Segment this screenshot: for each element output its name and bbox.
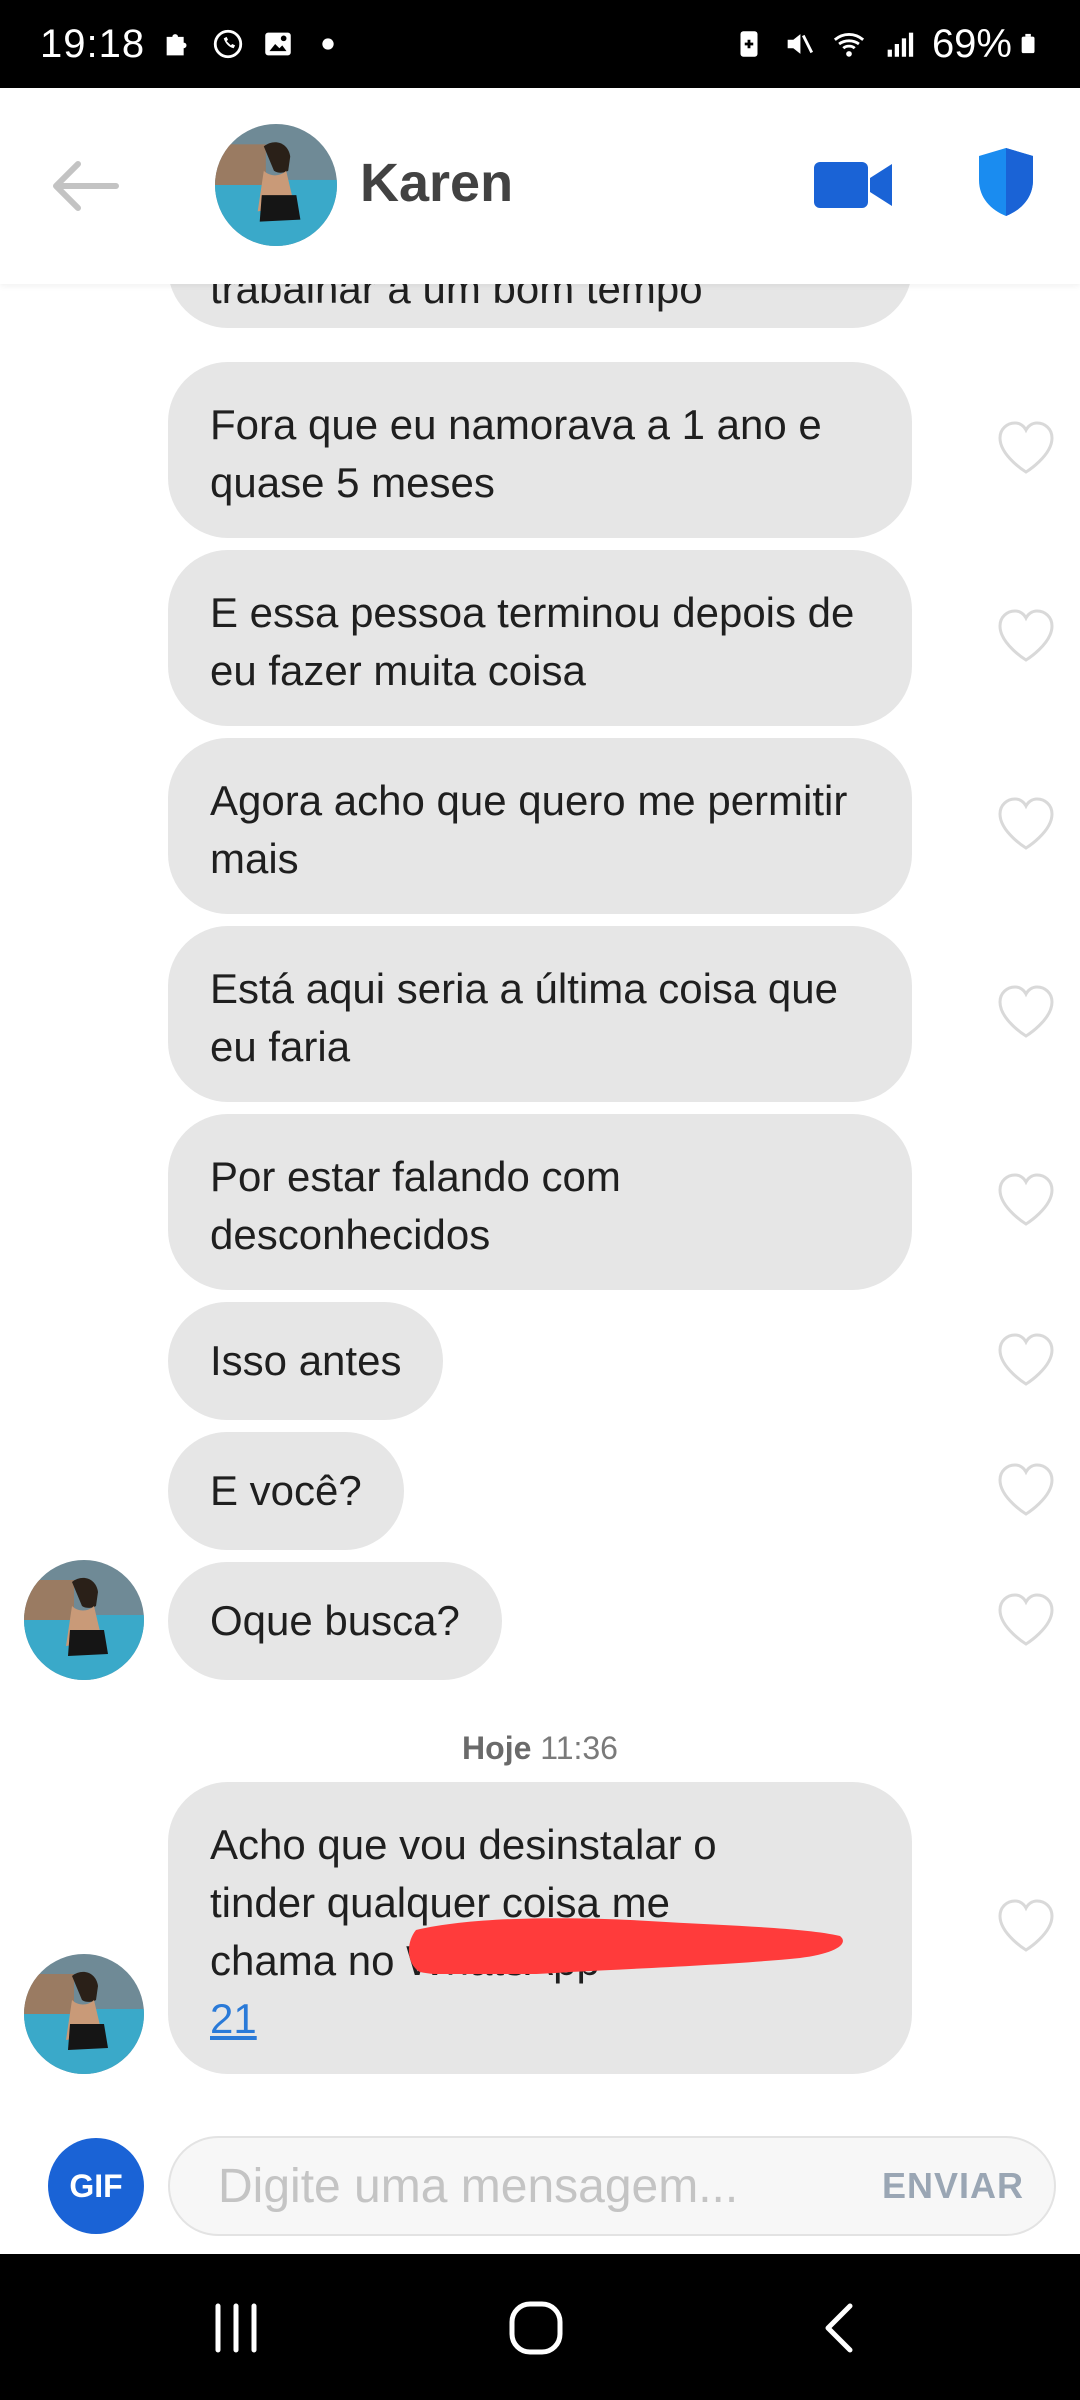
recent-apps-icon[interactable] (206, 2298, 266, 2358)
like-heart-icon[interactable] (996, 1898, 1056, 1954)
battery-saver-icon (740, 31, 758, 57)
message-text: E você? (210, 1467, 362, 1514)
message-text: E essa pessoa terminou depois de eu faze… (210, 589, 855, 694)
message-text: Oque busca? (210, 1597, 460, 1644)
like-heart-icon[interactable] (996, 1462, 1056, 1518)
video-call-icon[interactable] (812, 156, 896, 214)
message-bubble[interactable]: Acho que vou desinstalar o tinder qualqu… (168, 1782, 912, 2074)
message-input[interactable]: Digite uma mensagem... ENVIAR (168, 2136, 1056, 2236)
whatsapp-icon (213, 29, 243, 59)
message-text: Por estar falando com desconhecidos (210, 1153, 621, 1258)
match-avatar[interactable] (215, 124, 337, 246)
message-composer: GIF Digite uma mensagem... ENVIAR (0, 2120, 1080, 2254)
like-heart-icon[interactable] (996, 608, 1056, 664)
chat-header: Karen (0, 88, 1080, 284)
phone-number-link[interactable]: 21 (210, 1995, 257, 2042)
message-bubble[interactable]: E essa pessoa terminou depois de eu faze… (168, 550, 912, 726)
message-text: Isso antes (210, 1337, 402, 1384)
message-timestamp: Hoje 11:36 (0, 1730, 1080, 1767)
battery-icon (1021, 33, 1035, 54)
status-bar: 19:18 69% (0, 0, 1080, 88)
message-bubble[interactable]: trabalhar a um bom tempo (168, 284, 912, 328)
message-input-placeholder: Digite uma mensagem... (218, 2159, 739, 2213)
message-bubble[interactable]: Agora acho que quero me permitir mais (168, 738, 912, 914)
signal-icon (887, 32, 914, 57)
match-avatar-small[interactable] (24, 1954, 144, 2074)
message-bubble[interactable]: E você? (168, 1432, 404, 1550)
puzzle-icon (166, 34, 187, 56)
send-button[interactable]: ENVIAR (882, 2165, 1024, 2207)
gallery-icon (265, 32, 291, 56)
message-bubble[interactable]: Fora que eu namorava a 1 ano e quase 5 m… (168, 362, 912, 538)
message-list[interactable]: trabalhar a um bom tempo Fora que eu nam… (0, 284, 1080, 2120)
like-heart-icon[interactable] (996, 984, 1056, 1040)
back-arrow-icon[interactable] (50, 158, 120, 214)
match-avatar-small[interactable] (24, 1560, 144, 1680)
status-time: 19:18 (40, 21, 146, 66)
message-text: Agora acho que quero me permitir mais (210, 777, 848, 882)
timestamp-day: Hoje (462, 1730, 532, 1766)
shield-icon[interactable] (975, 146, 1037, 218)
like-heart-icon[interactable] (996, 1172, 1056, 1228)
like-heart-icon[interactable] (996, 796, 1056, 852)
like-heart-icon[interactable] (996, 1332, 1056, 1388)
message-bubble[interactable]: Oque busca? (168, 1562, 502, 1680)
battery-percent: 69% (931, 21, 1012, 66)
mute-icon (787, 34, 813, 54)
red-redaction-scribble (409, 1918, 843, 1974)
message-text: trabalhar a um bom tempo (210, 284, 703, 312)
battery: 69% (932, 22, 1040, 67)
home-icon[interactable] (506, 2298, 566, 2358)
gif-button[interactable]: GIF (48, 2138, 144, 2234)
message-text: Fora que eu namorava a 1 ano e quase 5 m… (210, 401, 822, 506)
message-bubble[interactable]: Está aqui seria a última coisa que eu fa… (168, 926, 912, 1102)
system-nav-bar (0, 2254, 1080, 2400)
message-text: Está aqui seria a última coisa que eu fa… (210, 965, 839, 1070)
message-bubble[interactable]: Isso antes (168, 1302, 444, 1420)
message-bubble[interactable]: Por estar falando com desconhecidos (168, 1114, 912, 1290)
like-heart-icon[interactable] (996, 420, 1056, 476)
back-nav-icon[interactable] (810, 2298, 870, 2358)
wifi-icon (833, 33, 865, 57)
notification-dot-icon (322, 38, 334, 50)
like-heart-icon[interactable] (996, 1592, 1056, 1648)
timestamp-time: 11:36 (540, 1730, 618, 1766)
match-name[interactable]: Karen (360, 152, 513, 214)
